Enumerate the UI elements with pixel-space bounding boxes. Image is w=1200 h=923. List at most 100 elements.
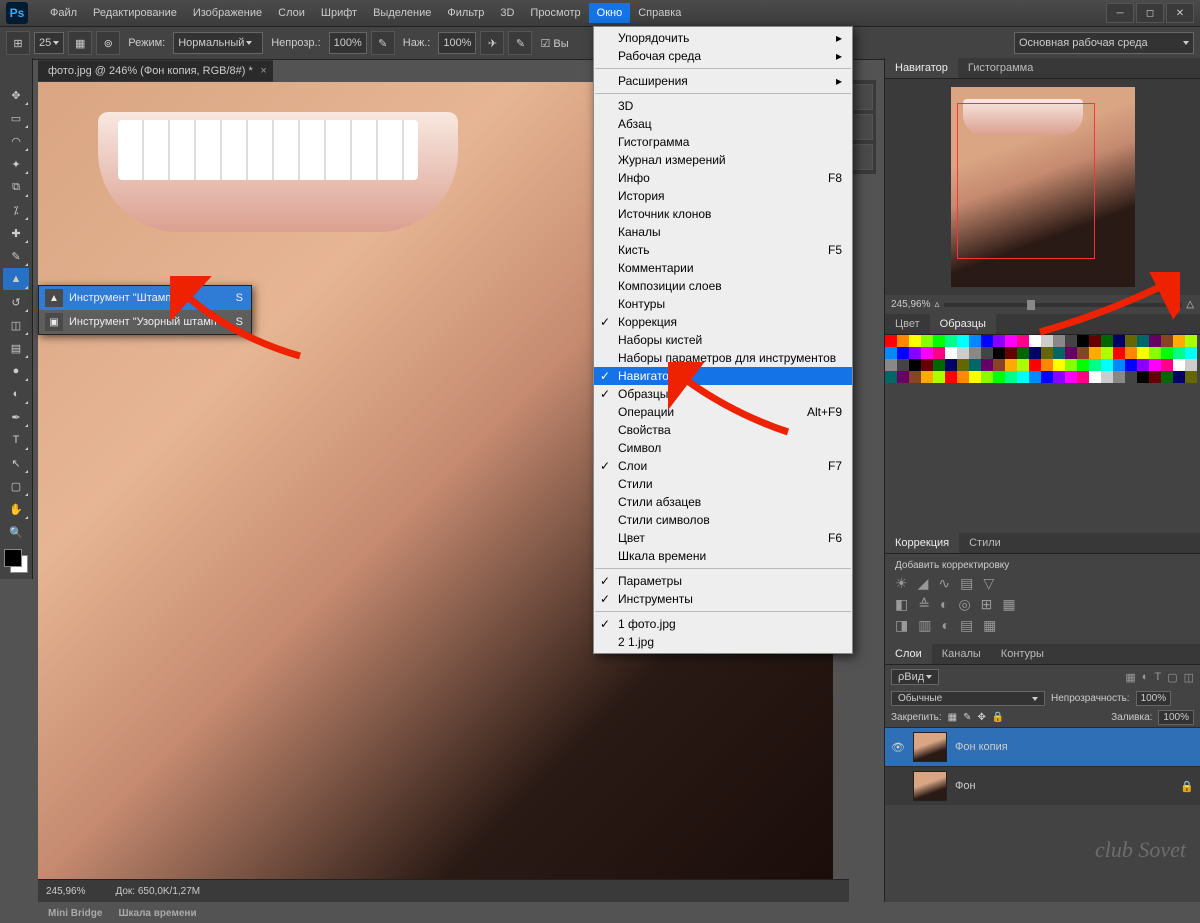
flow-input[interactable]: 100%	[438, 32, 476, 54]
dd-стили-абзацев[interactable]: Стили абзацев	[594, 493, 852, 511]
swatch[interactable]	[921, 347, 933, 359]
layer-opacity-value[interactable]: 100%	[1136, 691, 1172, 706]
dd-file-2[interactable]: 2 1.jpg	[594, 633, 852, 651]
dd-инфо[interactable]: ИнфоF8	[594, 169, 852, 187]
swatches-tab[interactable]: Образцы	[930, 314, 996, 334]
swatch[interactable]	[1185, 359, 1197, 371]
layer-name[interactable]: Фон копия	[955, 741, 1008, 753]
swatch[interactable]	[957, 335, 969, 347]
timeline-tab[interactable]: Шкала времени	[118, 908, 196, 919]
dodge-tool[interactable]: ◐	[3, 383, 29, 405]
swatch[interactable]	[909, 371, 921, 383]
swatch[interactable]	[1077, 371, 1089, 383]
crop-tool[interactable]: ⧉	[3, 176, 29, 198]
swatch[interactable]	[1065, 335, 1077, 347]
swatch[interactable]	[1029, 347, 1041, 359]
swatch[interactable]	[1017, 359, 1029, 371]
swatch[interactable]	[909, 335, 921, 347]
swatch[interactable]	[1125, 335, 1137, 347]
filter-shape-icon[interactable]: ▢	[1167, 671, 1177, 684]
dd-контуры[interactable]: Контуры	[594, 295, 852, 313]
tool-preset-icon[interactable]: ⊞	[6, 31, 30, 55]
dd-options[interactable]: ✓Параметры	[594, 572, 852, 590]
marquee-tool[interactable]: ▭	[3, 107, 29, 129]
menu-filter[interactable]: Фильтр	[439, 3, 492, 23]
swatch[interactable]	[1113, 371, 1125, 383]
swatch[interactable]	[921, 371, 933, 383]
swatch[interactable]	[1029, 371, 1041, 383]
swatch[interactable]	[1101, 371, 1113, 383]
swatch[interactable]	[1089, 371, 1101, 383]
swatch[interactable]	[1065, 347, 1077, 359]
adjustments-tab[interactable]: Коррекция	[885, 533, 959, 553]
menu-edit[interactable]: Редактирование	[85, 3, 185, 23]
balance-icon[interactable]: ◐	[940, 596, 948, 613]
swatch[interactable]	[933, 359, 945, 371]
swatch[interactable]	[1137, 359, 1149, 371]
filter-pixel-icon[interactable]: ▦	[1125, 671, 1135, 684]
swatch[interactable]	[1065, 371, 1077, 383]
channel-mixer-icon[interactable]: ⊞	[981, 596, 993, 613]
move-tool[interactable]: ✥	[3, 84, 29, 106]
dd-источник-клонов[interactable]: Источник клонов	[594, 205, 852, 223]
shape-tool[interactable]: ▢	[3, 475, 29, 497]
swatch[interactable]	[1137, 335, 1149, 347]
swatch[interactable]	[1041, 347, 1053, 359]
lock-position-icon[interactable]: ✎	[963, 712, 971, 723]
swatch[interactable]	[885, 335, 897, 347]
dd-наборы-кистей[interactable]: Наборы кистей	[594, 331, 852, 349]
threshold-icon[interactable]: ◐	[941, 617, 949, 634]
swatch[interactable]	[981, 335, 993, 347]
brightness-icon[interactable]: ☀	[895, 575, 908, 592]
swatch[interactable]	[1077, 335, 1089, 347]
dd-tools[interactable]: ✓Инструменты	[594, 590, 852, 608]
gradient-tool[interactable]: ▤	[3, 337, 29, 359]
dd-extensions[interactable]: Расширения▸	[594, 72, 852, 90]
swatch[interactable]	[1185, 371, 1197, 383]
dd-arrange[interactable]: Упорядочить▸	[594, 29, 852, 47]
type-tool[interactable]: T	[3, 429, 29, 451]
dd-стили-символов[interactable]: Стили символов	[594, 511, 852, 529]
dd-workspace-sub[interactable]: Рабочая среда▸	[594, 47, 852, 65]
menu-type[interactable]: Шрифт	[313, 3, 365, 23]
swatch[interactable]	[1137, 371, 1149, 383]
swatch[interactable]	[1125, 371, 1137, 383]
zoom-tool[interactable]: 🔍	[3, 521, 29, 543]
mini-bridge-tab[interactable]: Mini Bridge	[48, 908, 102, 919]
swatch[interactable]	[1005, 359, 1017, 371]
stamp-tool[interactable]: ▲	[3, 268, 29, 290]
swatch[interactable]	[1017, 347, 1029, 359]
navigator-thumbnail[interactable]	[951, 87, 1135, 287]
swatch[interactable]	[1161, 371, 1173, 383]
gradient-map-icon[interactable]: ▤	[960, 617, 973, 634]
heal-tool[interactable]: ✚	[3, 222, 29, 244]
navigator-tab[interactable]: Навигатор	[885, 58, 958, 78]
pen-tool[interactable]: ✒	[3, 406, 29, 428]
swatch[interactable]	[993, 371, 1005, 383]
dd-комментарии[interactable]: Комментарии	[594, 259, 852, 277]
swatch[interactable]	[969, 359, 981, 371]
close-button[interactable]: ✕	[1166, 3, 1194, 23]
swatch[interactable]	[909, 359, 921, 371]
swatch[interactable]	[1101, 347, 1113, 359]
swatch[interactable]	[1113, 347, 1125, 359]
zoom-in-icon[interactable]: △	[1186, 299, 1194, 310]
swatch[interactable]	[1053, 347, 1065, 359]
swatch[interactable]	[1017, 335, 1029, 347]
swatch[interactable]	[933, 371, 945, 383]
swatch[interactable]	[1089, 347, 1101, 359]
filter-type-icon[interactable]: T	[1154, 671, 1161, 684]
swatch[interactable]	[897, 347, 909, 359]
swatch[interactable]	[969, 335, 981, 347]
document-tab[interactable]: фото.jpg @ 246% (Фон копия, RGB/8#) *×	[38, 61, 273, 81]
dd-цвет[interactable]: ЦветF6	[594, 529, 852, 547]
swatch[interactable]	[957, 359, 969, 371]
menu-view[interactable]: Просмотр	[522, 3, 588, 23]
dd-операции[interactable]: ОперацииAlt+F9	[594, 403, 852, 421]
swatch[interactable]	[957, 371, 969, 383]
dd-абзац[interactable]: Абзац	[594, 115, 852, 133]
filter-adj-icon[interactable]: ◐	[1142, 671, 1149, 684]
dd-журнал-измерений[interactable]: Журнал измерений	[594, 151, 852, 169]
dd-композиции-слоев[interactable]: Композиции слоев	[594, 277, 852, 295]
menu-window[interactable]: Окно	[589, 3, 631, 23]
